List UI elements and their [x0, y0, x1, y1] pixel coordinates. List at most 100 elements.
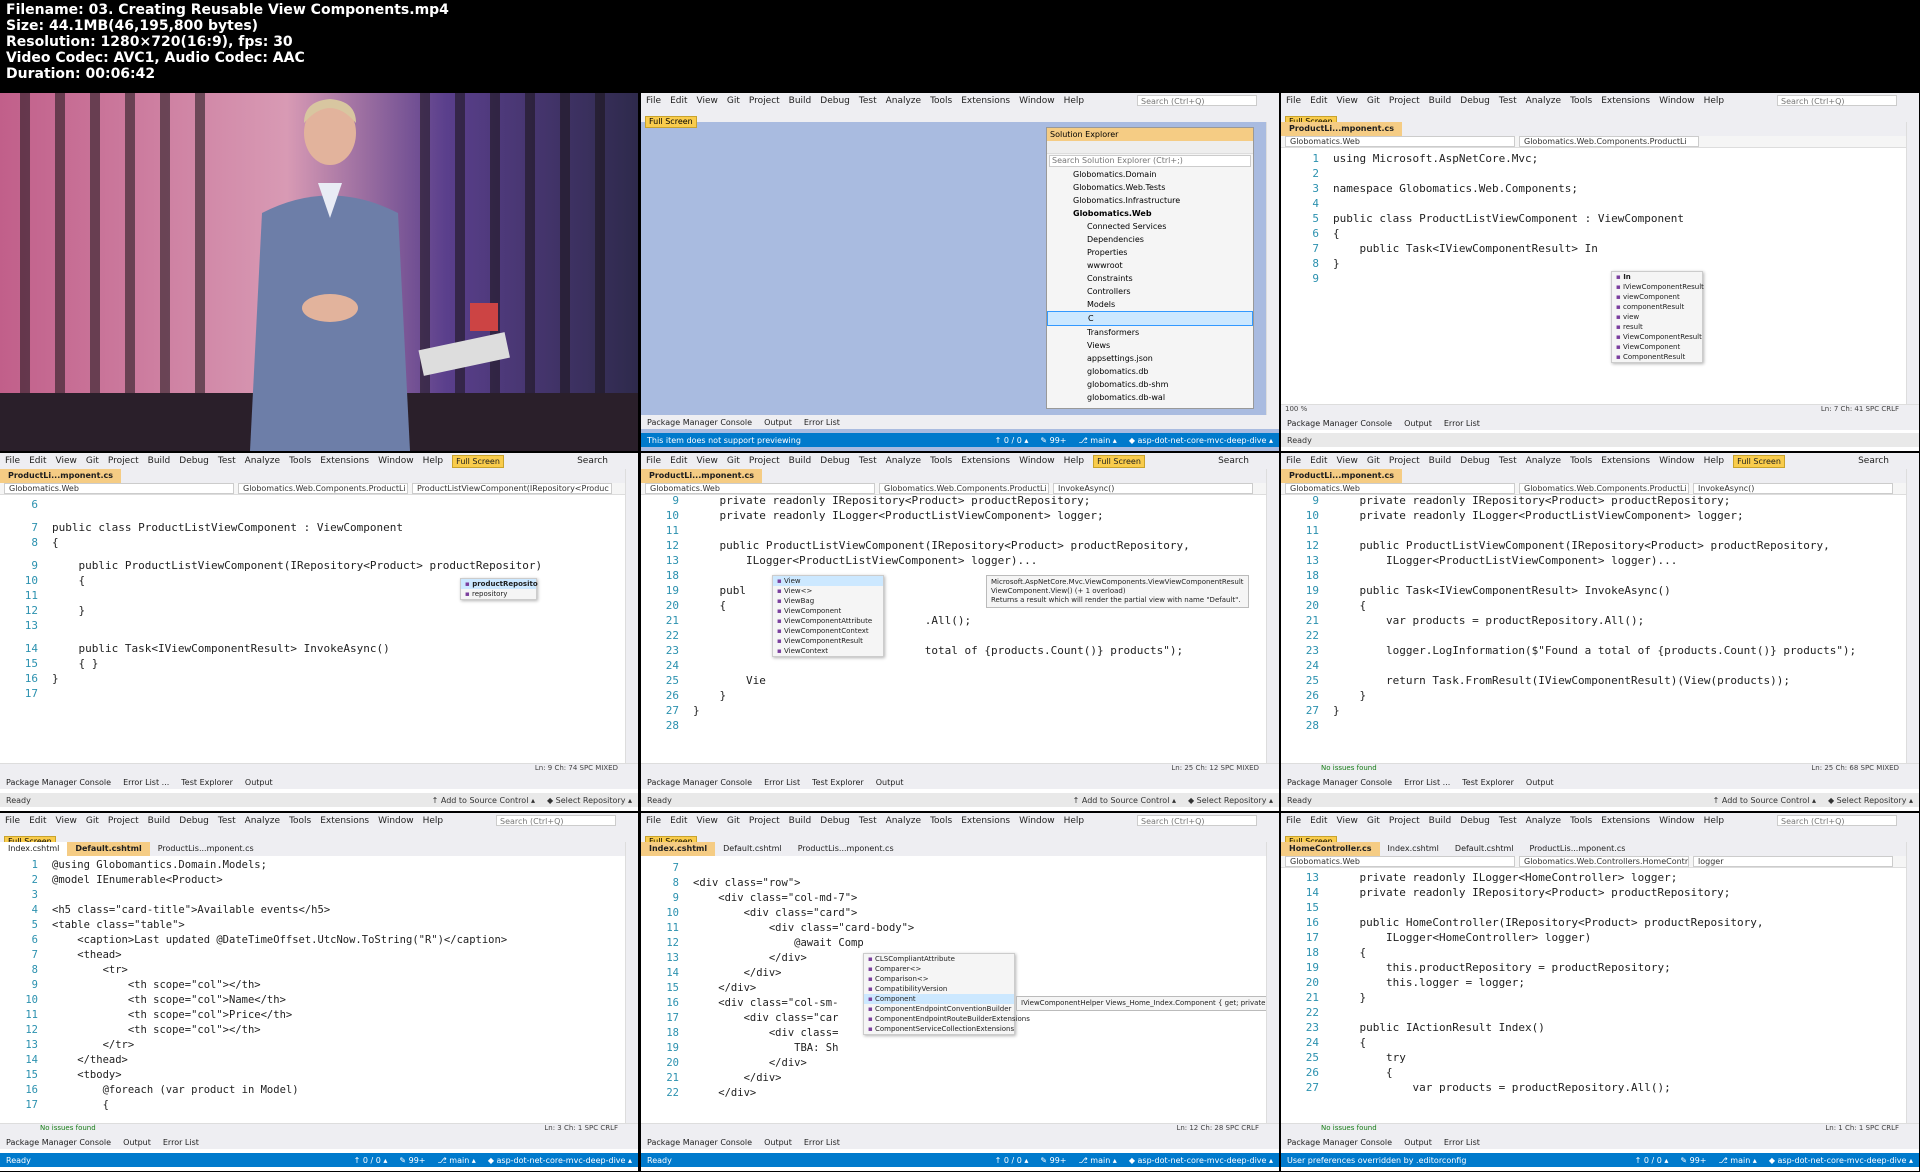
member-dropdown[interactable]: ProductListViewComponent(IRepository<Pro… — [412, 483, 612, 494]
tab-productlist[interactable]: ProductLis...mponent.cs — [150, 842, 262, 856]
error-list-tab[interactable]: Error List — [804, 418, 840, 427]
error-list-tab[interactable]: Error List — [1444, 1138, 1480, 1147]
output-tab[interactable]: Output — [1526, 778, 1554, 787]
menu-edit[interactable]: Edit — [1310, 96, 1327, 106]
menu-help[interactable]: Help — [1064, 816, 1085, 826]
menu-debug[interactable]: Debug — [1460, 96, 1490, 106]
menu-project[interactable]: Project — [749, 456, 780, 466]
completion-item[interactable]: IViewComponentResult — [1612, 282, 1704, 292]
menu-debug[interactable]: Debug — [1460, 456, 1490, 466]
menu-extensions[interactable]: Extensions — [1601, 96, 1650, 106]
menu-git[interactable]: Git — [1367, 456, 1380, 466]
completion-item[interactable]: ComponentResult — [1612, 352, 1702, 362]
completion-item[interactable]: ViewComponentAttribute — [773, 616, 883, 626]
menu-build[interactable]: Build — [148, 456, 171, 466]
menu-extensions[interactable]: Extensions — [961, 456, 1010, 466]
zoom-level[interactable]: 100 % — [1285, 405, 1307, 413]
code-editor[interactable]: 9 private readonly IRepository<Product> … — [1281, 493, 1919, 733]
package-manager-console-tab[interactable]: Package Manager Console — [6, 1138, 111, 1147]
menu-tools[interactable]: Tools — [289, 816, 311, 826]
status-item[interactable]: ◆ asp-dot-net-core-mvc-deep-dive ▴ — [488, 1156, 632, 1165]
full-screen-button[interactable]: Full Screen — [452, 454, 504, 468]
menu-tools[interactable]: Tools — [1570, 96, 1592, 106]
completion-item[interactable]: result — [1612, 322, 1702, 332]
menu-build[interactable]: Build — [1429, 816, 1452, 826]
menu-extensions[interactable]: Extensions — [961, 816, 1010, 826]
menu-git[interactable]: Git — [1367, 816, 1380, 826]
error-list-tab[interactable]: Error List — [764, 778, 800, 787]
menu-file[interactable]: File — [1286, 456, 1301, 466]
completion-item[interactable]: ComponentServiceCollectionExtensions — [864, 1024, 1014, 1034]
menu-analyze[interactable]: Analyze — [245, 456, 280, 466]
tree-item[interactable]: Models — [1047, 298, 1253, 311]
output-tab[interactable]: Output — [1404, 1138, 1432, 1147]
select-repository[interactable]: ◆ Select Repository ▴ — [1828, 796, 1913, 805]
menu-analyze[interactable]: Analyze — [1526, 96, 1561, 106]
menu-project[interactable]: Project — [1389, 816, 1420, 826]
package-manager-console-tab[interactable]: Package Manager Console — [6, 778, 111, 787]
code-editor[interactable]: 1 @using Globomantics.Domain.Models; 2 @mo… — [0, 858, 638, 1113]
search-box[interactable]: Search (Ctrl+Q) — [1137, 815, 1257, 826]
completion-item[interactable]: View<> — [773, 586, 883, 596]
tree-item[interactable]: globomatics.db-wal — [1047, 391, 1253, 404]
menu-tools[interactable]: Tools — [1570, 816, 1592, 826]
completion-item[interactable]: View — [773, 576, 883, 586]
tab-productlist[interactable]: ProductLi...mponent.cs — [1281, 122, 1402, 136]
package-manager-console-tab[interactable]: Package Manager Console — [1287, 778, 1392, 787]
menu-git[interactable]: Git — [727, 816, 740, 826]
menu-test[interactable]: Test — [859, 816, 877, 826]
menu-file[interactable]: File — [1286, 96, 1301, 106]
menu-git[interactable]: Git — [727, 96, 740, 106]
search-box[interactable]: Search — [1858, 456, 1889, 466]
menu-build[interactable]: Build — [789, 96, 812, 106]
menu-help[interactable]: Help — [423, 456, 444, 466]
menu-window[interactable]: Window — [378, 456, 414, 466]
completion-item[interactable]: ViewComponentContext — [773, 626, 883, 636]
package-manager-console-tab[interactable]: Package Manager Console — [1287, 1138, 1392, 1147]
full-screen-button[interactable]: Full Screen — [1093, 454, 1145, 468]
menu-help[interactable]: Help — [423, 816, 444, 826]
menu-debug[interactable]: Debug — [179, 816, 209, 826]
tree-item[interactable]: Controllers — [1047, 285, 1253, 298]
package-manager-console-tab[interactable]: Package Manager Console — [647, 1138, 752, 1147]
menu-git[interactable]: Git — [727, 456, 740, 466]
menu-edit[interactable]: Edit — [29, 816, 46, 826]
status-item[interactable]: ↑ 0 / 0 ▴ — [995, 436, 1029, 445]
status-item[interactable]: ↑ 0 / 0 ▴ — [995, 1156, 1029, 1165]
menu-extensions[interactable]: Extensions — [1601, 456, 1650, 466]
code-editor[interactable]: 6 7 public class ProductListViewComponent… — [0, 497, 638, 701]
tab-default[interactable]: Default.cshtml — [1447, 842, 1522, 856]
status-item[interactable]: ◆ asp-dot-net-core-mvc-deep-dive ▴ — [1129, 436, 1273, 445]
completion-item[interactable]: viewComponent — [1612, 292, 1702, 302]
menu-tools[interactable]: Tools — [1570, 456, 1592, 466]
menu-view[interactable]: View — [56, 816, 77, 826]
add-to-source-control[interactable]: ↑ Add to Source Control ▴ — [1073, 796, 1176, 805]
menu-view[interactable]: View — [56, 456, 77, 466]
test-explorer-tab[interactable]: Test Explorer — [1462, 778, 1514, 787]
menu-file[interactable]: File — [5, 456, 20, 466]
menu-project[interactable]: Project — [108, 456, 139, 466]
menu-help[interactable]: Help — [1064, 96, 1085, 106]
menu-project[interactable]: Project — [1389, 456, 1420, 466]
menu-window[interactable]: Window — [1019, 816, 1055, 826]
tab-index[interactable]: Index.cshtml — [0, 842, 68, 856]
new-folder-input[interactable]: C — [1047, 311, 1253, 326]
menu-debug[interactable]: Debug — [820, 456, 850, 466]
menu-build[interactable]: Build — [789, 456, 812, 466]
menu-git[interactable]: Git — [86, 456, 99, 466]
completion-item[interactable]: Comparer<> — [864, 964, 1014, 974]
menu-view[interactable]: View — [697, 816, 718, 826]
menu-view[interactable]: View — [1337, 816, 1358, 826]
status-item[interactable]: ⎇ main ▴ — [1079, 436, 1117, 445]
error-list-tab[interactable]: Error List — [1444, 419, 1480, 428]
tree-item[interactable]: Properties — [1047, 246, 1253, 259]
tree-item[interactable]: appsettings.json — [1047, 352, 1253, 365]
tree-item[interactable]: Globomatics.Web — [1047, 207, 1253, 220]
status-item[interactable]: ↑ 0 / 0 ▴ — [1635, 1156, 1669, 1165]
status-item[interactable]: ✎ 99+ — [1680, 1156, 1706, 1165]
project-dropdown[interactable]: Globomatics.Web — [4, 483, 234, 494]
menu-project[interactable]: Project — [749, 816, 780, 826]
package-manager-console-tab[interactable]: Package Manager Console — [647, 778, 752, 787]
menu-debug[interactable]: Debug — [820, 816, 850, 826]
menu-git[interactable]: Git — [86, 816, 99, 826]
